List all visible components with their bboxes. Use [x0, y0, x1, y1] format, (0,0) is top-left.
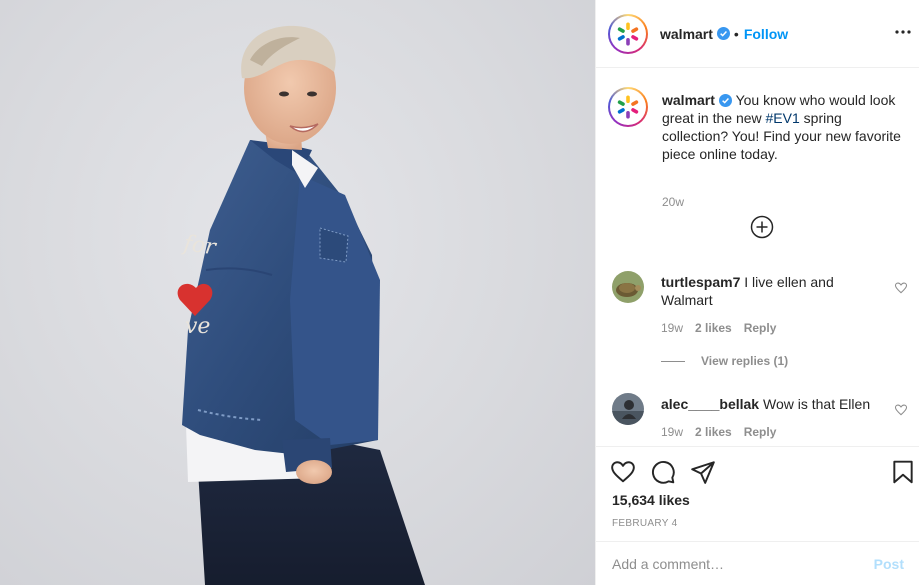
spark-ray — [617, 108, 625, 114]
account-username[interactable]: walmart — [660, 26, 713, 42]
heart-icon[interactable] — [610, 459, 636, 485]
caption-hashtag-link[interactable]: #EV1 — [766, 110, 800, 126]
post-actions: 15,634 likes FEBRUARY 4 — [596, 446, 919, 541]
comment-meta: 19w 2 likes Reply — [661, 321, 776, 335]
comment-meta: 19w 2 likes Reply — [661, 425, 776, 439]
likes-count[interactable]: 15,634 likes — [612, 492, 690, 508]
comments-scroll-area[interactable]: walmart You know who would look great in… — [596, 69, 919, 446]
comment-body: Wow is that Ellen — [762, 396, 871, 412]
comment-username[interactable]: alec____bellak — [661, 396, 759, 412]
caption-text: walmart You know who would look great in… — [662, 91, 907, 163]
comment-composer: Post — [596, 541, 919, 585]
comment-timestamp[interactable]: 19w — [661, 321, 683, 335]
jacket-print-text-1: for — [180, 231, 219, 261]
comment-icon[interactable] — [650, 459, 676, 485]
comment-username[interactable]: turtlespam7 — [661, 274, 740, 290]
comment-item: turtlespam7 I live ellen and Walmart 19w… — [612, 271, 912, 381]
post-comment-button[interactable]: Post — [874, 556, 904, 572]
comment-text: turtlespam7 I live ellen and Walmart — [661, 273, 876, 309]
walmart-spark-logo — [617, 95, 639, 119]
jacket-print-text-2: ve — [185, 314, 210, 339]
walmart-spark-logo — [617, 22, 639, 45]
view-replies-divider — [661, 360, 685, 362]
load-more-comments-icon[interactable] — [750, 215, 774, 239]
comment-like-heart-icon[interactable] — [894, 403, 908, 417]
comment-item: alec____bellak Wow is that Ellen 19w 2 l… — [612, 393, 912, 446]
caption-timestamp[interactable]: 20w — [662, 195, 684, 209]
turtle-avatar[interactable] — [612, 271, 644, 303]
photo-illustration: for ve — [177, 25, 425, 585]
caption-username[interactable]: walmart — [662, 92, 715, 108]
comment-like-heart-icon[interactable] — [894, 281, 908, 295]
account-avatar[interactable] — [608, 13, 648, 54]
view-replies-label: View replies (1) — [701, 354, 789, 368]
spark-ray — [626, 111, 630, 119]
comment-text: alec____bellak Wow is that Ellen — [661, 395, 876, 413]
comment-reply-button[interactable]: Reply — [744, 321, 777, 335]
post-header: walmart • Follow — [596, 0, 919, 68]
post-date[interactable]: FEBRUARY 4 — [612, 518, 677, 529]
post-side-panel: walmart • Follow walmart You know who wo… — [595, 0, 919, 585]
person-avatar[interactable] — [612, 393, 644, 425]
spark-ray — [626, 37, 630, 45]
spark-ray — [626, 22, 630, 30]
spark-ray — [617, 26, 625, 33]
spark-ray — [617, 34, 625, 41]
instagram-post: for ve walmart • Follow walmart You know… — [0, 0, 919, 585]
spark-ray — [617, 100, 625, 106]
more-options-icon[interactable] — [894, 22, 912, 42]
post-photo[interactable]: for ve — [0, 0, 595, 585]
add-comment-input[interactable] — [612, 555, 874, 572]
spark-ray — [626, 95, 630, 103]
header-separator: • — [733, 25, 739, 42]
comment-likes-count[interactable]: 2 likes — [695, 425, 732, 439]
comment-likes-count[interactable]: 2 likes — [695, 321, 732, 335]
spark-ray — [631, 34, 639, 41]
verified-badge-icon — [718, 94, 732, 107]
comment-reply-button[interactable]: Reply — [744, 425, 777, 439]
bookmark-icon[interactable] — [890, 459, 916, 485]
view-replies-button[interactable]: View replies (1) — [661, 354, 788, 368]
spark-ray — [631, 108, 639, 114]
comment-timestamp[interactable]: 19w — [661, 425, 683, 439]
share-icon[interactable] — [690, 459, 716, 485]
spark-ray — [631, 26, 639, 33]
verified-badge-icon — [716, 27, 730, 40]
spark-ray — [631, 100, 639, 106]
follow-button[interactable]: Follow — [744, 26, 788, 42]
caption-avatar[interactable] — [608, 87, 648, 127]
